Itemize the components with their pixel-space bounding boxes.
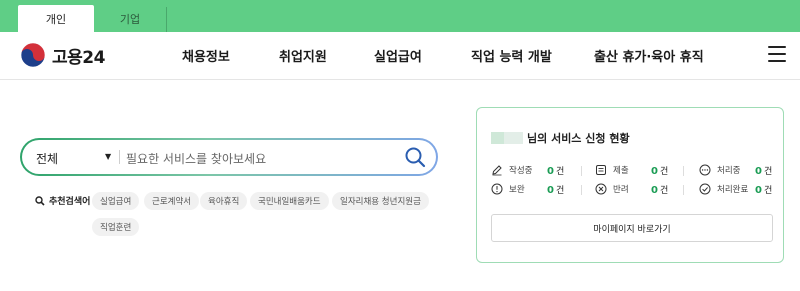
- divider: [683, 166, 684, 176]
- nav-vocational-training[interactable]: 직업 능력 개발: [471, 46, 552, 65]
- tab-personal[interactable]: 개인: [18, 5, 94, 32]
- recommended-label-text: 추천검색어: [49, 197, 91, 207]
- alert-icon: [491, 183, 503, 195]
- processing-icon: [699, 164, 711, 176]
- stat-count-value: 0: [547, 185, 554, 196]
- stat-rejected[interactable]: 반려: [595, 183, 629, 195]
- stat-submitted[interactable]: 제출: [595, 164, 629, 176]
- stat-count: 0건: [547, 183, 564, 196]
- keyword-chip[interactable]: 국민내일배움카드: [250, 192, 329, 210]
- application-status-card: 님의 서비스 신청 현황 작성중 0건 제출 0건 처리중 0건 보완 0 건 …: [476, 107, 784, 263]
- stat-label: 처리중: [717, 166, 741, 176]
- pencil-icon: [492, 165, 502, 176]
- nav-employment-support[interactable]: 취업지원: [279, 46, 327, 65]
- stat-unit: 건: [555, 186, 565, 196]
- stat-label: 제출: [613, 166, 629, 176]
- taegeuk-logo-icon: [20, 42, 46, 68]
- top-strip: 개인 기업: [0, 0, 800, 32]
- hamburger-icon[interactable]: [768, 46, 786, 62]
- keyword-chip[interactable]: 육아휴직: [200, 192, 248, 210]
- card-title-text: 님의 서비스 신청 현황: [527, 132, 630, 145]
- logo-text: 고용24: [52, 47, 105, 68]
- stat-label: 작성중: [509, 166, 533, 176]
- stat-label: 처리완료: [717, 185, 749, 195]
- stat-count: 0건: [547, 164, 564, 177]
- divider: [119, 150, 120, 164]
- stat-count-value: 0: [547, 166, 554, 177]
- stat-count-value: 0: [651, 185, 658, 196]
- tab-business[interactable]: 기업: [94, 5, 167, 32]
- nav-unemployment-benefits[interactable]: 실업급여: [374, 46, 422, 65]
- nav-maternity-parental-leave[interactable]: 출산 휴가·육아 휴직: [594, 46, 704, 65]
- masked-username: [491, 132, 523, 144]
- stat-label: 보완: [509, 185, 525, 195]
- stat-writing[interactable]: 작성중: [491, 164, 532, 176]
- search-bar: 전체 ▼ 필요한 서비스를 찾아보세요: [20, 138, 438, 176]
- stat-count: 0건: [651, 183, 668, 196]
- stat-count-value: 0: [755, 185, 762, 196]
- keyword-chip[interactable]: 직업훈련: [92, 218, 140, 236]
- stat-completed[interactable]: 처리완료: [699, 183, 748, 195]
- stat-count: 0건: [755, 164, 772, 177]
- stat-unit: 건: [659, 167, 669, 177]
- stat-processing[interactable]: 처리중: [699, 164, 740, 176]
- stat-label: 반려: [613, 185, 629, 195]
- check-icon: [699, 183, 711, 195]
- keyword-chip[interactable]: 실업급여: [92, 192, 140, 210]
- stat-unit: 건: [659, 186, 669, 196]
- search-icon[interactable]: [404, 146, 426, 168]
- search-small-icon: [35, 195, 45, 206]
- stat-unit: 건: [555, 167, 565, 177]
- stat-unit: 건: [763, 186, 773, 196]
- nav-job-info[interactable]: 채용정보: [182, 46, 230, 65]
- tab-personal-label: 개인: [45, 12, 67, 26]
- stat-supplement[interactable]: 보완: [491, 183, 525, 195]
- caret-down-icon[interactable]: ▼: [105, 152, 111, 161]
- keyword-chip[interactable]: 근로계약서: [144, 192, 200, 210]
- reject-icon: [595, 183, 607, 195]
- stat-count: 0건: [755, 183, 772, 196]
- keyword-chip[interactable]: 일자리채용 청년지원금: [332, 192, 429, 210]
- mypage-button[interactable]: 마이페이지 바로가기: [491, 214, 773, 242]
- document-icon: [596, 165, 606, 175]
- main-header: 고용24 채용정보 취업지원 실업급여 직업 능력 개발 출산 휴가·육아 휴직: [0, 32, 800, 80]
- search-input[interactable]: 필요한 서비스를 찾아보세요: [126, 150, 266, 167]
- divider: [683, 185, 684, 195]
- logo[interactable]: 고용24: [20, 42, 105, 68]
- stat-unit: 건: [763, 167, 773, 177]
- card-title: 님의 서비스 신청 현황: [491, 130, 630, 146]
- divider: [581, 166, 582, 176]
- recommended-keywords-label: 추천검색어: [35, 194, 90, 207]
- stat-count: 0건: [651, 164, 668, 177]
- stat-count-value: 0: [651, 166, 658, 177]
- divider: [581, 185, 582, 195]
- stat-count-value: 0: [755, 166, 762, 177]
- category-select[interactable]: 전체: [36, 150, 58, 167]
- tab-business-label: 기업: [119, 12, 141, 26]
